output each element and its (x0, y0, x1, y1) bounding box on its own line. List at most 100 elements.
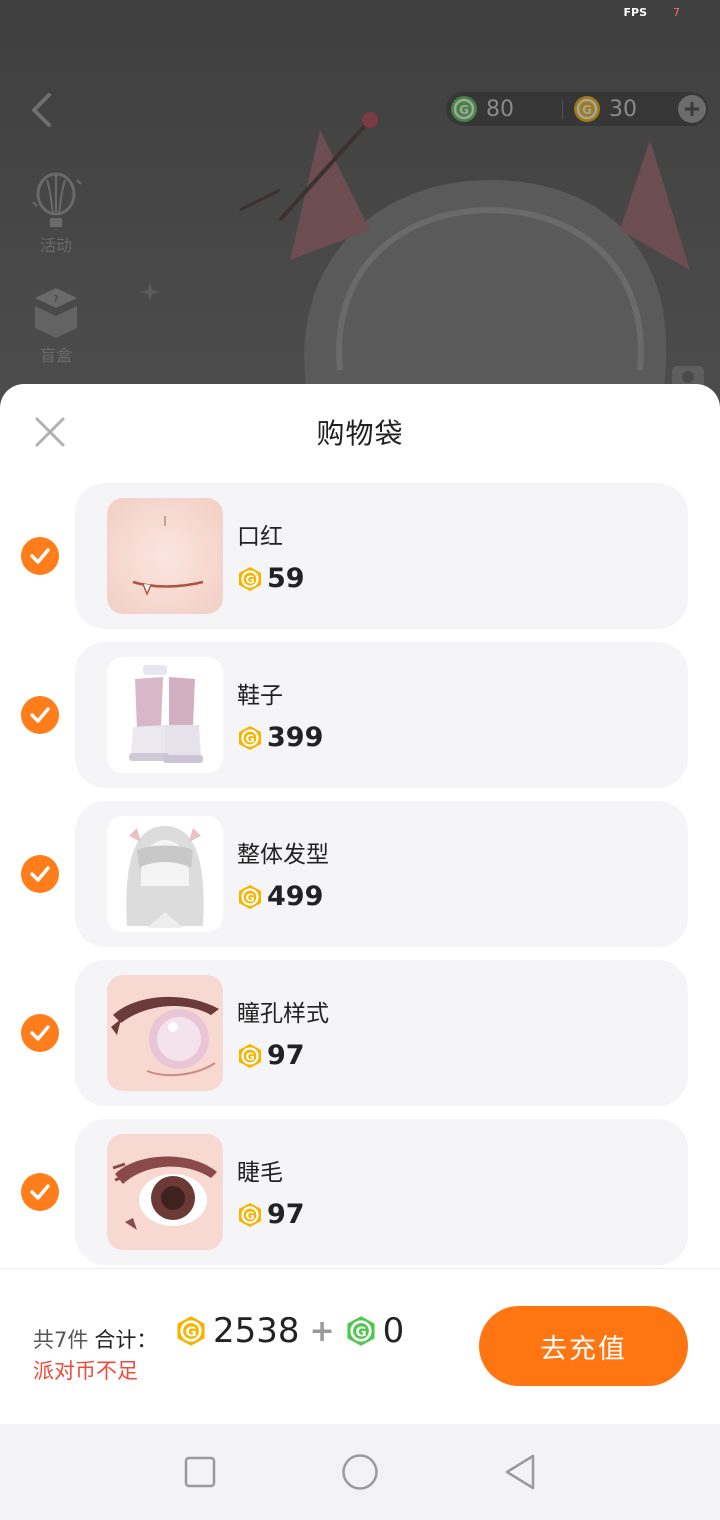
item-price: G 59 (237, 563, 305, 594)
item-checkbox[interactable] (21, 855, 59, 893)
svg-text:G: G (245, 891, 254, 904)
item-price: G 499 (237, 881, 323, 912)
item-checkbox[interactable] (21, 1173, 59, 1211)
recent-apps-button[interactable] (180, 1452, 220, 1492)
green-coin-icon: G (347, 1316, 375, 1346)
total-label: 合计： (94, 1328, 158, 1352)
item-price-value: 399 (267, 722, 324, 753)
svg-text:G: G (245, 1209, 254, 1222)
currency-bar: G 80 G 30 (446, 92, 708, 126)
system-nav-bar (0, 1424, 720, 1520)
item-card[interactable]: 瞳孔样式 G 97 (75, 960, 688, 1106)
fps-label: FPS (623, 6, 648, 19)
triangle-back-icon (505, 1454, 535, 1490)
fps-counter: FPS 7 (624, 6, 681, 19)
svg-text:G: G (245, 732, 254, 745)
sheet-header: 购物袋 (0, 384, 720, 476)
blind-box-icon: ? (35, 288, 77, 338)
checkout-bar: 共7件 合计： G 2538 + G 0 派对币不足 去充值 (0, 1269, 720, 1423)
back-button[interactable] (24, 90, 58, 130)
item-price-value: 97 (267, 1199, 305, 1230)
item-checkbox[interactable] (21, 1014, 59, 1052)
item-checkbox[interactable] (21, 696, 59, 734)
chevron-left-icon (32, 93, 51, 127)
cart-item: 瞳孔样式 G 97 (0, 960, 720, 1106)
item-name: 睫毛 (237, 1160, 283, 1186)
circle-icon (342, 1454, 378, 1490)
checkmark-icon (30, 1184, 50, 1200)
gold-coin-icon: G (177, 1316, 205, 1346)
item-name: 整体发型 (237, 842, 329, 868)
hot-air-balloon-icon (32, 172, 82, 227)
item-price-value: 499 (267, 881, 324, 912)
total-price: G 2538 + G 0 (175, 1311, 404, 1351)
eyelashes-thumbnail (107, 1134, 223, 1250)
side-menu-activity[interactable]: 活动 (24, 170, 88, 256)
side-menu-blind-box[interactable]: ? 盲盒 (24, 280, 88, 366)
cart-item: 口红 G 59 (0, 483, 720, 629)
gold-total-value: 2538 (213, 1311, 300, 1351)
gold-coin-icon: G (239, 884, 261, 909)
plus-sign: + (309, 1313, 335, 1349)
lipstick-thumbnail (107, 498, 223, 614)
sheet-title: 购物袋 (316, 417, 404, 450)
item-card[interactable]: 鞋子 G 399 (75, 642, 688, 788)
game-scene: FPS 7 G 80 G 30 活动 ? 盲盒 (0, 0, 720, 420)
gold-coin-icon: G (239, 1202, 261, 1227)
divider (562, 99, 563, 119)
cart-item: 睫毛 G 97 (0, 1119, 720, 1265)
side-menu-blind-box-label: 盲盒 (39, 346, 72, 365)
gold-coin-icon: G (239, 725, 261, 750)
item-checkbox[interactable] (21, 537, 59, 575)
svg-text:G: G (459, 103, 469, 117)
item-name: 鞋子 (237, 683, 283, 709)
green-coin-amount: 80 (486, 96, 514, 122)
side-menu-activity-label: 活动 (39, 236, 72, 255)
svg-text:G: G (355, 1325, 366, 1341)
home-button[interactable] (340, 1452, 380, 1492)
item-count: 共7件 (33, 1328, 89, 1352)
svg-text:G: G (185, 1325, 196, 1341)
item-name: 口红 (237, 524, 283, 550)
insufficient-coins-warning: 派对币不足 (33, 1359, 138, 1383)
item-card[interactable]: 整体发型 G 499 (75, 801, 688, 947)
cart-item: 鞋子 G 399 (0, 642, 720, 788)
recharge-button[interactable]: 去充值 (479, 1306, 688, 1386)
green-coin-balance: G 80 (450, 95, 562, 123)
gold-coin-icon: G (239, 566, 261, 591)
item-card[interactable]: 口红 G 59 (75, 483, 688, 629)
avatar-character-image (239, 112, 690, 410)
cart-item: 整体发型 G 499 (0, 801, 720, 947)
checkmark-icon (30, 548, 50, 564)
item-price: G 399 (237, 722, 323, 753)
item-card[interactable]: 睫毛 G 97 (75, 1119, 688, 1265)
checkmark-icon (30, 707, 50, 723)
order-summary: 共7件 合计： (33, 1324, 157, 1354)
green-coin-icon: G (451, 96, 477, 122)
gold-coin-amount: 30 (609, 96, 637, 122)
fps-value: 7 (673, 6, 680, 19)
plus-icon (685, 102, 699, 116)
gold-coin-balance: G 30 (573, 95, 685, 123)
sparkle-icon (140, 282, 160, 302)
shoes-thumbnail (107, 657, 223, 773)
cart-item-list[interactable]: 口红 G 59 鞋子 G 399 整体发型 G 499 瞳孔样式 G 97 睫毛… (0, 483, 720, 1265)
add-currency-button[interactable] (678, 95, 706, 123)
checkmark-icon (30, 866, 50, 882)
item-price: G 97 (237, 1199, 305, 1230)
hairstyle-thumbnail (107, 816, 223, 932)
svg-text:?: ? (53, 294, 59, 305)
system-back-button[interactable] (500, 1452, 540, 1492)
item-price-value: 59 (267, 563, 305, 594)
green-total-value: 0 (382, 1311, 405, 1351)
item-price-value: 97 (267, 1040, 305, 1071)
item-name: 瞳孔样式 (237, 1001, 329, 1027)
svg-text:G: G (582, 103, 592, 117)
gold-coin-icon: G (239, 1043, 261, 1068)
square-icon (184, 1456, 216, 1488)
svg-text:G: G (245, 1050, 254, 1063)
gold-coin-icon: G (574, 96, 600, 122)
checkmark-icon (30, 1025, 50, 1041)
pupil-style-thumbnail (107, 975, 223, 1091)
item-price: G 97 (237, 1040, 305, 1071)
